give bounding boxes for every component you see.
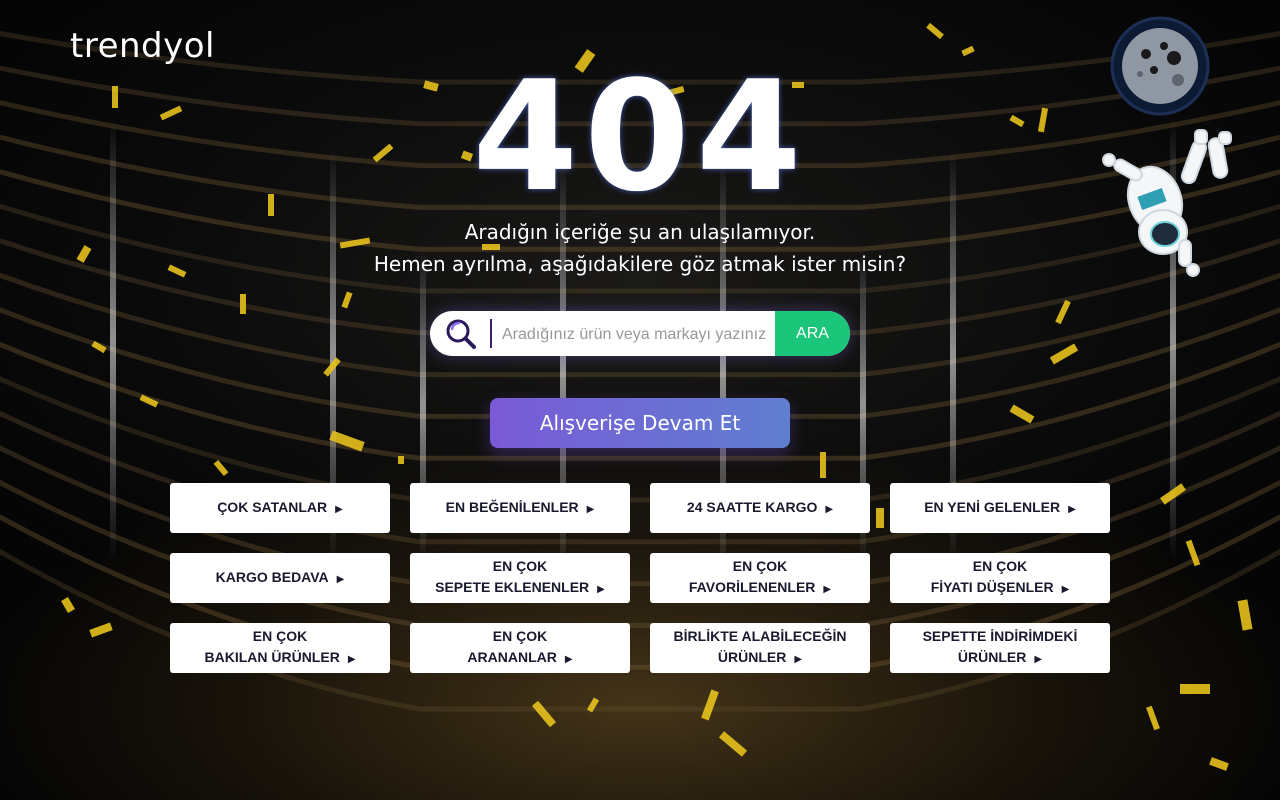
arrow-right-icon: ▶ (1068, 503, 1076, 515)
category-link-button[interactable]: KARGO BEDAVA ▶ (170, 553, 390, 603)
category-link-label: SEPETTE İNDİRİMDEKİ (922, 628, 1078, 644)
error-code: 404 (472, 48, 808, 225)
arrow-right-icon: ▶ (336, 573, 345, 585)
arrow-right-icon: ▶ (597, 584, 605, 595)
category-link-label: ARANANLAR (467, 649, 557, 665)
category-link-text: EN ÇOK SEPETE EKLENENLER ▶ (435, 556, 605, 600)
category-link-button[interactable]: 24 SAATTE KARGO ▶ (650, 483, 870, 533)
arrow-right-icon: ▶ (564, 654, 573, 665)
category-link-text: KARGO BEDAVA ▶ (216, 567, 345, 590)
category-link-button[interactable]: EN ÇOK FAVORİLENENLER ▶ (650, 553, 870, 603)
search-bar: ARA (430, 311, 850, 356)
category-link-label: EN BEĞENİLENLER (445, 498, 579, 515)
category-link-button[interactable]: EN BEĞENİLENLER ▶ (410, 483, 630, 533)
category-link-label: BAKILAN ÜRÜNLER (204, 649, 340, 665)
category-link-label: EN ÇOK (252, 628, 308, 644)
category-link-label: SEPETE EKLENENLER (435, 579, 590, 595)
category-link-label: EN YENİ GELENLER (924, 498, 1061, 515)
category-link-button[interactable]: BİRLİKTE ALABİLECEĞİN ÜRÜNLER ▶ (650, 623, 870, 673)
error-message-line1: Aradığın içeriğe şu an ulaşılamıyor. (464, 220, 816, 244)
error-page: trendyol 404 Aradığın içeriğe şu an ulaş… (0, 0, 1280, 800)
category-link-button[interactable]: EN ÇOK FİYATI DÜŞENLER ▶ (890, 553, 1110, 603)
arrow-right-icon: ▶ (794, 654, 803, 665)
arrow-right-icon: ▶ (823, 584, 832, 595)
category-link-label: ÜRÜNLER (717, 649, 787, 665)
arrow-right-icon: ▶ (347, 654, 356, 665)
category-link-text: EN ÇOK FAVORİLENENLER ▶ (689, 556, 831, 600)
category-link-text: EN YENİ GELENLER ▶ (924, 497, 1076, 520)
error-message-line2: Hemen ayrılma, aşağıdakilere göz atmak i… (373, 252, 907, 276)
search-input[interactable] (500, 311, 774, 356)
category-link-label: EN ÇOK (972, 558, 1028, 574)
trendyol-logo[interactable]: trendyol (70, 26, 215, 66)
category-link-label: EN ÇOK (732, 558, 788, 574)
category-link-text: 24 SAATTE KARGO ▶ (687, 497, 833, 520)
category-link-button[interactable]: EN YENİ GELENLER ▶ (890, 483, 1110, 533)
category-link-text: EN ÇOK ARANANLAR ▶ (467, 626, 572, 670)
category-link-text: EN ÇOK FİYATI DÜŞENLER ▶ (931, 556, 1070, 600)
category-link-button[interactable]: EN ÇOK ARANANLAR ▶ (410, 623, 630, 673)
category-links-grid: ÇOK SATANLAR ▶ EN BEĞENİLENLER ▶ 24 SAATTE K… (170, 483, 1110, 673)
arrow-right-icon: ▶ (1034, 654, 1043, 665)
category-link-label: ÇOK SATANLAR (217, 498, 328, 515)
category-link-text: SEPETTE İNDİRİMDEKİ ÜRÜNLER ▶ (923, 626, 1078, 670)
category-link-label: BİRLİKTE ALABİLECEĞİN (673, 628, 847, 644)
category-link-text: EN BEĞENİLENLER ▶ (446, 497, 595, 520)
category-link-text: ÇOK SATANLAR ▶ (217, 497, 343, 520)
arrow-right-icon: ▶ (1061, 584, 1070, 595)
category-link-text: EN ÇOK BAKILAN ÜRÜNLER ▶ (204, 626, 355, 670)
category-link-button[interactable]: ÇOK SATANLAR ▶ (170, 483, 390, 533)
category-link-button[interactable]: EN ÇOK BAKILAN ÜRÜNLER ▶ (170, 623, 390, 673)
category-link-label: EN ÇOK (492, 628, 548, 644)
category-link-label: FİYATI DÜŞENLER (930, 579, 1054, 595)
arrow-right-icon: ▶ (586, 503, 595, 515)
category-link-button[interactable]: SEPETTE İNDİRİMDEKİ ÜRÜNLER ▶ (890, 623, 1110, 673)
search-submit-button[interactable]: ARA (775, 311, 850, 356)
category-link-label: EN ÇOK (492, 558, 548, 574)
search-icon[interactable] (444, 317, 478, 351)
search-caret (490, 319, 492, 348)
category-link-label: ÜRÜNLER (957, 649, 1027, 665)
arrow-right-icon: ▶ (825, 503, 834, 515)
arrow-right-icon: ▶ (335, 503, 343, 515)
category-link-label: KARGO BEDAVA (215, 568, 329, 585)
category-link-text: BİRLİKTE ALABİLECEĞİN ÜRÜNLER ▶ (674, 626, 847, 670)
category-link-label: FAVORİLENENLER (688, 579, 816, 595)
category-link-label: 24 SAATTE KARGO (686, 498, 818, 515)
continue-shopping-button[interactable]: Alışverişe Devam Et (490, 398, 790, 448)
category-link-button[interactable]: EN ÇOK SEPETE EKLENENLER ▶ (410, 553, 630, 603)
